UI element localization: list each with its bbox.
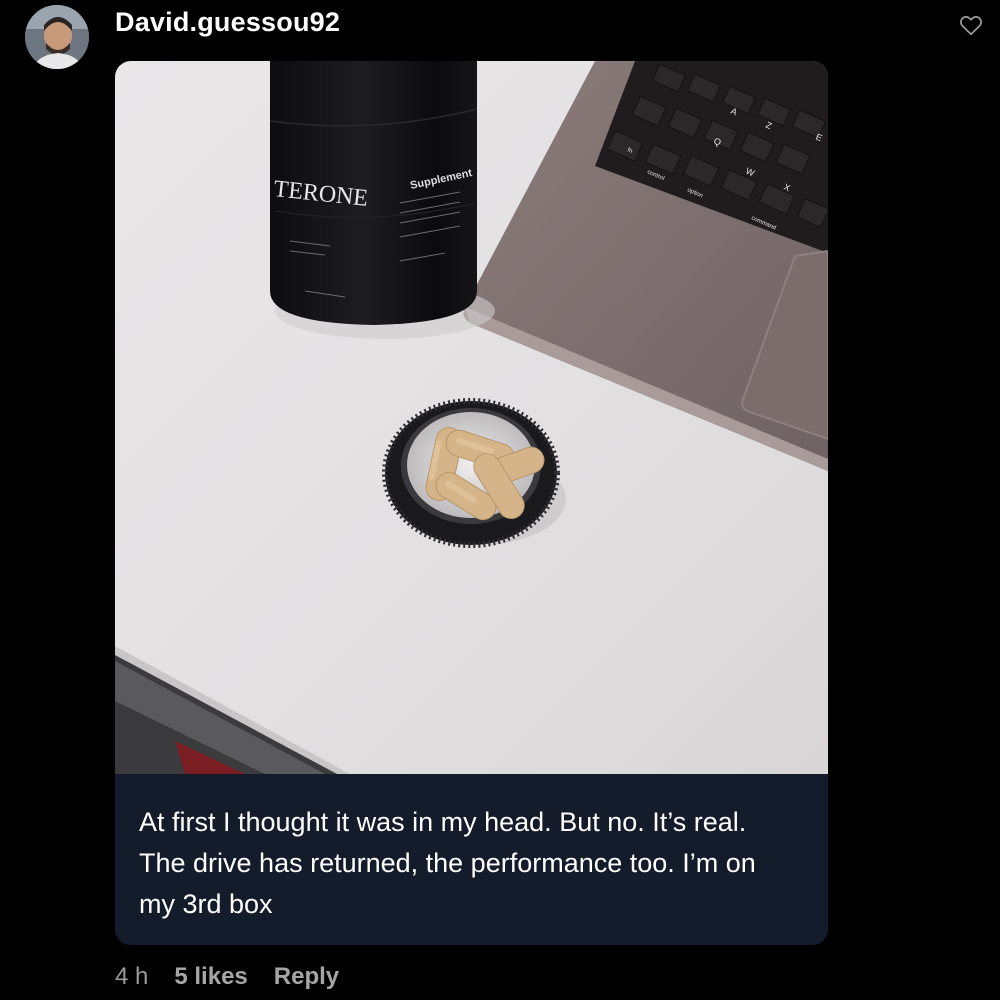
likes-count[interactable]: 5 likes bbox=[174, 963, 247, 991]
heart-outline-icon[interactable] bbox=[958, 12, 984, 38]
reply-button[interactable]: Reply bbox=[274, 963, 339, 991]
avatar-photo bbox=[25, 5, 89, 69]
post-photo[interactable]: A Z Q W X E control option command fn TE… bbox=[115, 61, 828, 774]
comment-text: At first I thought it was in my head. Bu… bbox=[139, 807, 756, 919]
username[interactable]: David.guessou92 bbox=[115, 7, 340, 38]
avatar[interactable] bbox=[25, 5, 89, 69]
timestamp: 4 h bbox=[115, 963, 149, 990]
caption-box: At first I thought it was in my head. Bu… bbox=[115, 774, 828, 945]
comment-meta: 4 h 5 likes Reply bbox=[115, 963, 339, 991]
comment-card: A Z Q W X E control option command fn TE… bbox=[115, 61, 828, 945]
